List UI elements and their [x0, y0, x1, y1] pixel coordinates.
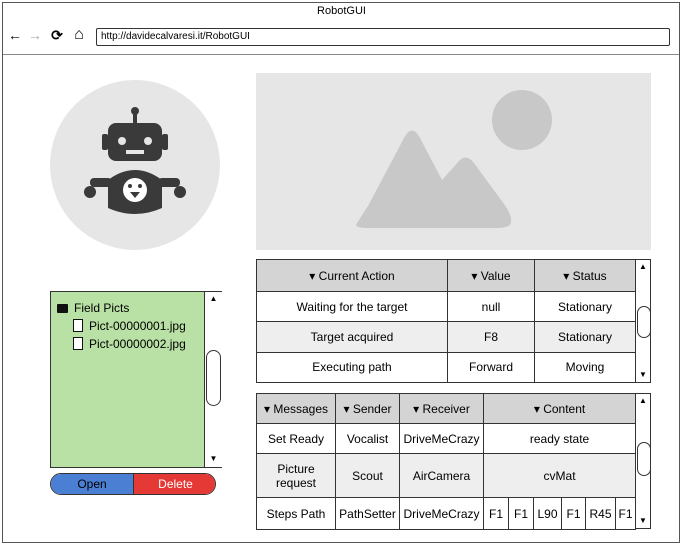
forward-icon[interactable]: → — [26, 23, 44, 47]
table-row[interactable]: Waiting for the target null Stationary — [256, 291, 636, 323]
image-icon — [356, 90, 552, 228]
table-row[interactable]: Target acquired F8 Stationary — [256, 321, 636, 353]
table-row[interactable]: Set Ready Vocalist DriveMeCrazy ready st… — [256, 423, 637, 454]
column-header[interactable]: ▾ Content — [482, 393, 637, 424]
column-header[interactable]: ▾ Current Action — [256, 258, 448, 293]
table-cell: Steps Path — [256, 497, 336, 530]
table-cell: cvMat — [482, 453, 637, 498]
reload-icon[interactable]: ⟳ — [48, 23, 66, 47]
column-header[interactable]: ▾ Sender — [335, 393, 400, 424]
step-cell: F1 — [561, 497, 586, 530]
actions-table: ▾ Current Action ▾ Value ▾ Status Waitin… — [256, 258, 636, 384]
step-cell: F1 — [614, 497, 637, 530]
tree-file-item[interactable]: Pict-00000001.jpg — [73, 319, 186, 333]
scroll-up-icon[interactable]: ▲ — [636, 260, 650, 274]
file-action-bar: Open Delete — [50, 473, 216, 495]
scroll-down-icon[interactable]: ▼ — [636, 368, 650, 382]
step-cell: R45 — [585, 497, 616, 530]
step-cell: F1 — [508, 497, 534, 530]
table-cell: Moving — [534, 351, 636, 384]
table-cell: F8 — [447, 321, 535, 353]
url-field[interactable]: http://davidecalvaresi.it/RobotGUI — [96, 28, 670, 46]
table-cell: Vocalist — [335, 423, 400, 454]
tree-folder-label: Field Picts — [74, 301, 130, 315]
delete-button[interactable]: Delete — [133, 474, 215, 494]
table-row[interactable]: Executing path Forward Moving — [256, 351, 636, 384]
table-cell: Stationary — [534, 291, 636, 323]
table-cell: AirCamera — [399, 453, 484, 498]
tree-file-label: Pict-00000002.jpg — [89, 337, 186, 351]
scroll-down-icon[interactable]: ▼ — [205, 452, 222, 466]
table-cell: Executing path — [256, 351, 448, 384]
table-cell: null — [447, 291, 535, 323]
step-cell: L90 — [533, 497, 562, 530]
scroll-thumb[interactable] — [637, 442, 651, 476]
folder-icon — [57, 304, 68, 313]
file-icon — [73, 319, 83, 332]
tree-scrollbar[interactable]: ▲ ▼ — [204, 292, 222, 467]
messages-table: ▾ Messages ▾ Sender ▾ Receiver ▾ Content… — [256, 393, 637, 530]
table-cell: ready state — [482, 423, 637, 454]
table-cell: Picture request — [256, 453, 336, 498]
scroll-down-icon[interactable]: ▼ — [636, 514, 650, 528]
robot-icon — [84, 107, 186, 214]
messages-scrollbar[interactable]: ▲ ▼ — [635, 393, 651, 529]
table-cell: Forward — [447, 351, 535, 384]
tree-folder-item[interactable]: Field Picts — [57, 301, 129, 315]
table-cell: PathSetter — [335, 497, 400, 530]
table-cell: Stationary — [534, 321, 636, 353]
table-cell: DriveMeCrazy — [399, 423, 484, 454]
actions-scrollbar[interactable]: ▲ ▼ — [635, 259, 651, 383]
table-row[interactable]: Picture request Scout AirCamera cvMat — [256, 453, 637, 498]
step-cell: F1 — [483, 497, 509, 530]
tree-file-item[interactable]: Pict-00000002.jpg — [73, 337, 186, 351]
column-header[interactable]: ▾ Receiver — [399, 393, 484, 424]
file-icon — [73, 337, 83, 350]
robot-avatar — [50, 80, 220, 250]
table-cell: DriveMeCrazy — [399, 497, 484, 530]
table-cell: Scout — [335, 453, 400, 498]
scroll-up-icon[interactable]: ▲ — [636, 394, 650, 408]
scroll-thumb[interactable] — [637, 306, 651, 338]
tree-file-label: Pict-00000001.jpg — [89, 319, 186, 333]
table-cell: Set Ready — [256, 423, 336, 454]
column-header[interactable]: ▾ Status — [534, 258, 636, 293]
column-header[interactable]: ▾ Value — [447, 258, 535, 293]
table-row[interactable]: Steps Path PathSetter DriveMeCrazy F1 F1… — [256, 497, 637, 530]
table-cell: Waiting for the target — [256, 291, 448, 323]
open-button[interactable]: Open — [51, 474, 133, 494]
scroll-thumb[interactable] — [206, 350, 221, 406]
column-header[interactable]: ▾ Messages — [256, 393, 336, 424]
home-icon[interactable]: ⌂ — [70, 23, 88, 47]
window-title: RobotGUI — [317, 5, 366, 17]
back-icon[interactable]: ← — [6, 23, 24, 47]
image-placeholder — [256, 73, 651, 250]
file-tree-panel: Field Picts Pict-00000001.jpg Pict-00000… — [50, 291, 222, 468]
nav-divider — [3, 54, 679, 55]
table-cell: Target acquired — [256, 321, 448, 353]
scroll-up-icon[interactable]: ▲ — [205, 292, 222, 306]
